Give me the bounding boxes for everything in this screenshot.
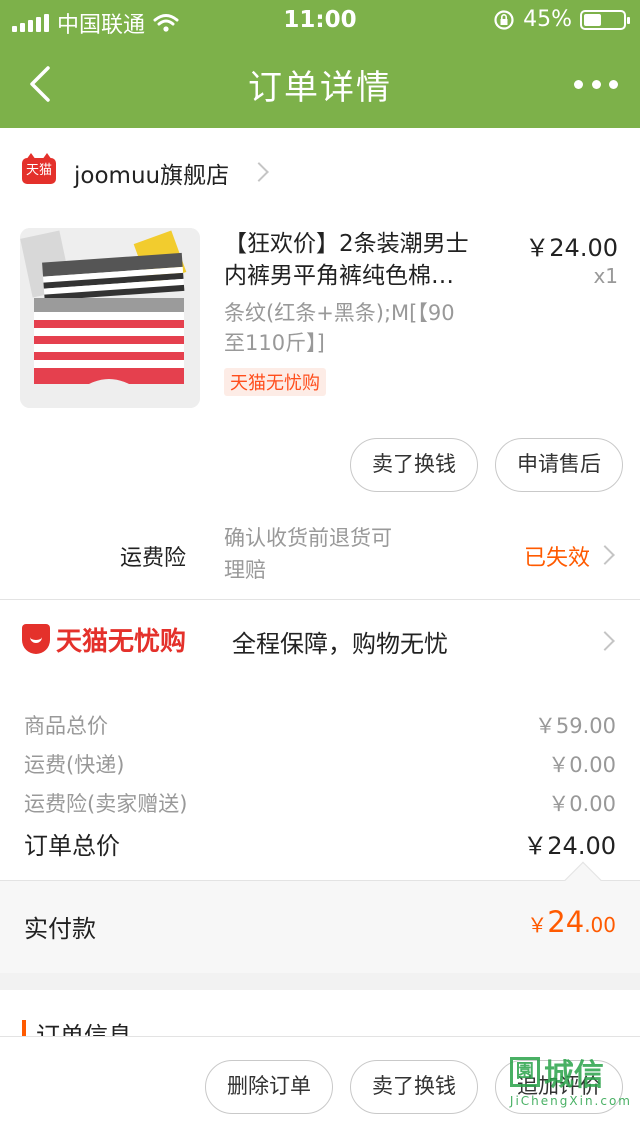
apply-after-sale-button[interactable]: 申请售后 bbox=[495, 438, 623, 492]
more-dots-icon[interactable] bbox=[574, 70, 618, 98]
shipping-insurance-label: 运费险 bbox=[120, 546, 187, 571]
product-title[interactable]: 【狂欢价】2条装潮男士 内裤男平角裤纯色棉… bbox=[224, 228, 514, 292]
paid-decimal: .00 bbox=[584, 913, 616, 937]
insurance-desc-line: 理赔 bbox=[224, 558, 266, 582]
paid-integer: 24 bbox=[547, 905, 585, 939]
worry-free-slogan[interactable]: 全程保障，购物无忧 bbox=[232, 624, 448, 659]
chevron-right-icon[interactable] bbox=[595, 545, 615, 565]
page-title: 订单详情 bbox=[248, 68, 392, 108]
fee-value: ￥0.00 bbox=[548, 792, 616, 816]
order-total-row: 订单总价 ￥24.00 bbox=[24, 826, 616, 861]
sku-line: 条纹(红条+黑条);M[【90 bbox=[224, 301, 455, 325]
header: 中国联通 11:00 45% 订单详情 bbox=[0, 0, 640, 128]
watermark: 園 城信 JiChengXin.com bbox=[509, 1050, 632, 1108]
fee-label: 运费险(卖家赠送) bbox=[24, 792, 188, 816]
battery-icon bbox=[580, 9, 630, 30]
insurance-desc-line: 确认收货前退货可 bbox=[224, 526, 392, 550]
watermark-url: JiChengXin.com bbox=[509, 1094, 632, 1108]
watermark-box-icon: 園 bbox=[509, 1057, 540, 1087]
worry-free-logo-text: 天猫无忧购 bbox=[56, 626, 187, 657]
product-sku: 条纹(红条+黑条);M[【90 至110斤】] bbox=[224, 298, 514, 358]
battery-percent: 45% bbox=[523, 7, 572, 32]
status-bar: 中国联通 11:00 45% bbox=[0, 0, 640, 40]
store-row[interactable]: 天猫 joomuu旗舰店 bbox=[0, 128, 640, 216]
fee-row: 运费险(卖家赠送) ￥0.00 bbox=[24, 788, 616, 818]
watermark-text: 城信 bbox=[543, 1058, 604, 1093]
fee-row: 运费(快递) ￥0.00 bbox=[24, 749, 616, 779]
store-name: joomuu旗舰店 bbox=[74, 163, 230, 189]
product-thumbnail[interactable] bbox=[20, 228, 200, 408]
order-total-label: 订单总价 bbox=[24, 832, 120, 860]
nav-bar: 订单详情 bbox=[0, 40, 640, 128]
product-price: ￥24.00 bbox=[525, 234, 618, 262]
chevron-right-icon bbox=[249, 162, 269, 182]
tmall-icon: 天猫 bbox=[22, 153, 56, 184]
fee-label: 商品总价 bbox=[24, 714, 108, 738]
order-total-value: ￥24.00 bbox=[523, 832, 616, 860]
status-right: 45% bbox=[493, 7, 630, 32]
shield-icon bbox=[22, 624, 50, 654]
order-card: 天猫 joomuu旗舰店 【狂欢价】2条装潮男士 内裤男平角裤纯色棉… ￥24.… bbox=[0, 128, 640, 973]
watermark-logo: 園 城信 bbox=[509, 1050, 632, 1094]
chevron-right-icon[interactable] bbox=[595, 631, 615, 651]
shipping-insurance-desc: 确认收货前退货可 理赔 bbox=[224, 522, 464, 586]
fee-value: ￥0.00 bbox=[548, 753, 616, 777]
paid-amount: ￥24.00 bbox=[527, 905, 616, 939]
fee-label: 运费(快递) bbox=[24, 753, 125, 777]
sku-line: 至110斤】] bbox=[224, 331, 325, 355]
product-title-line: 【狂欢价】2条装潮男士 bbox=[224, 231, 469, 257]
product-title-line: 内裤男平角裤纯色棉… bbox=[224, 263, 454, 289]
underwear-image bbox=[20, 228, 200, 408]
divider bbox=[0, 599, 640, 600]
fee-row: 商品总价 ￥59.00 bbox=[24, 710, 616, 740]
notch bbox=[564, 861, 602, 899]
insurance-status[interactable]: 已失效 bbox=[524, 540, 590, 572]
battery-level bbox=[584, 13, 602, 26]
sell-for-cash-button[interactable]: 卖了换钱 bbox=[350, 438, 478, 492]
delete-order-button[interactable]: 删除订单 bbox=[205, 1060, 333, 1114]
fee-value: ￥59.00 bbox=[534, 714, 616, 738]
paid-currency: ￥ bbox=[527, 913, 548, 937]
paid-label: 实付款 bbox=[24, 915, 96, 943]
product-qty: x1 bbox=[593, 264, 618, 288]
worry-free-tag: 天猫无忧购 bbox=[224, 368, 326, 396]
sell-for-cash-button[interactable]: 卖了换钱 bbox=[350, 1060, 478, 1114]
rotation-lock-icon bbox=[494, 9, 514, 30]
paid-amount-row: 实付款 ￥24.00 bbox=[0, 861, 640, 973]
worry-free-logo[interactable]: 天猫无忧购 bbox=[22, 622, 187, 657]
